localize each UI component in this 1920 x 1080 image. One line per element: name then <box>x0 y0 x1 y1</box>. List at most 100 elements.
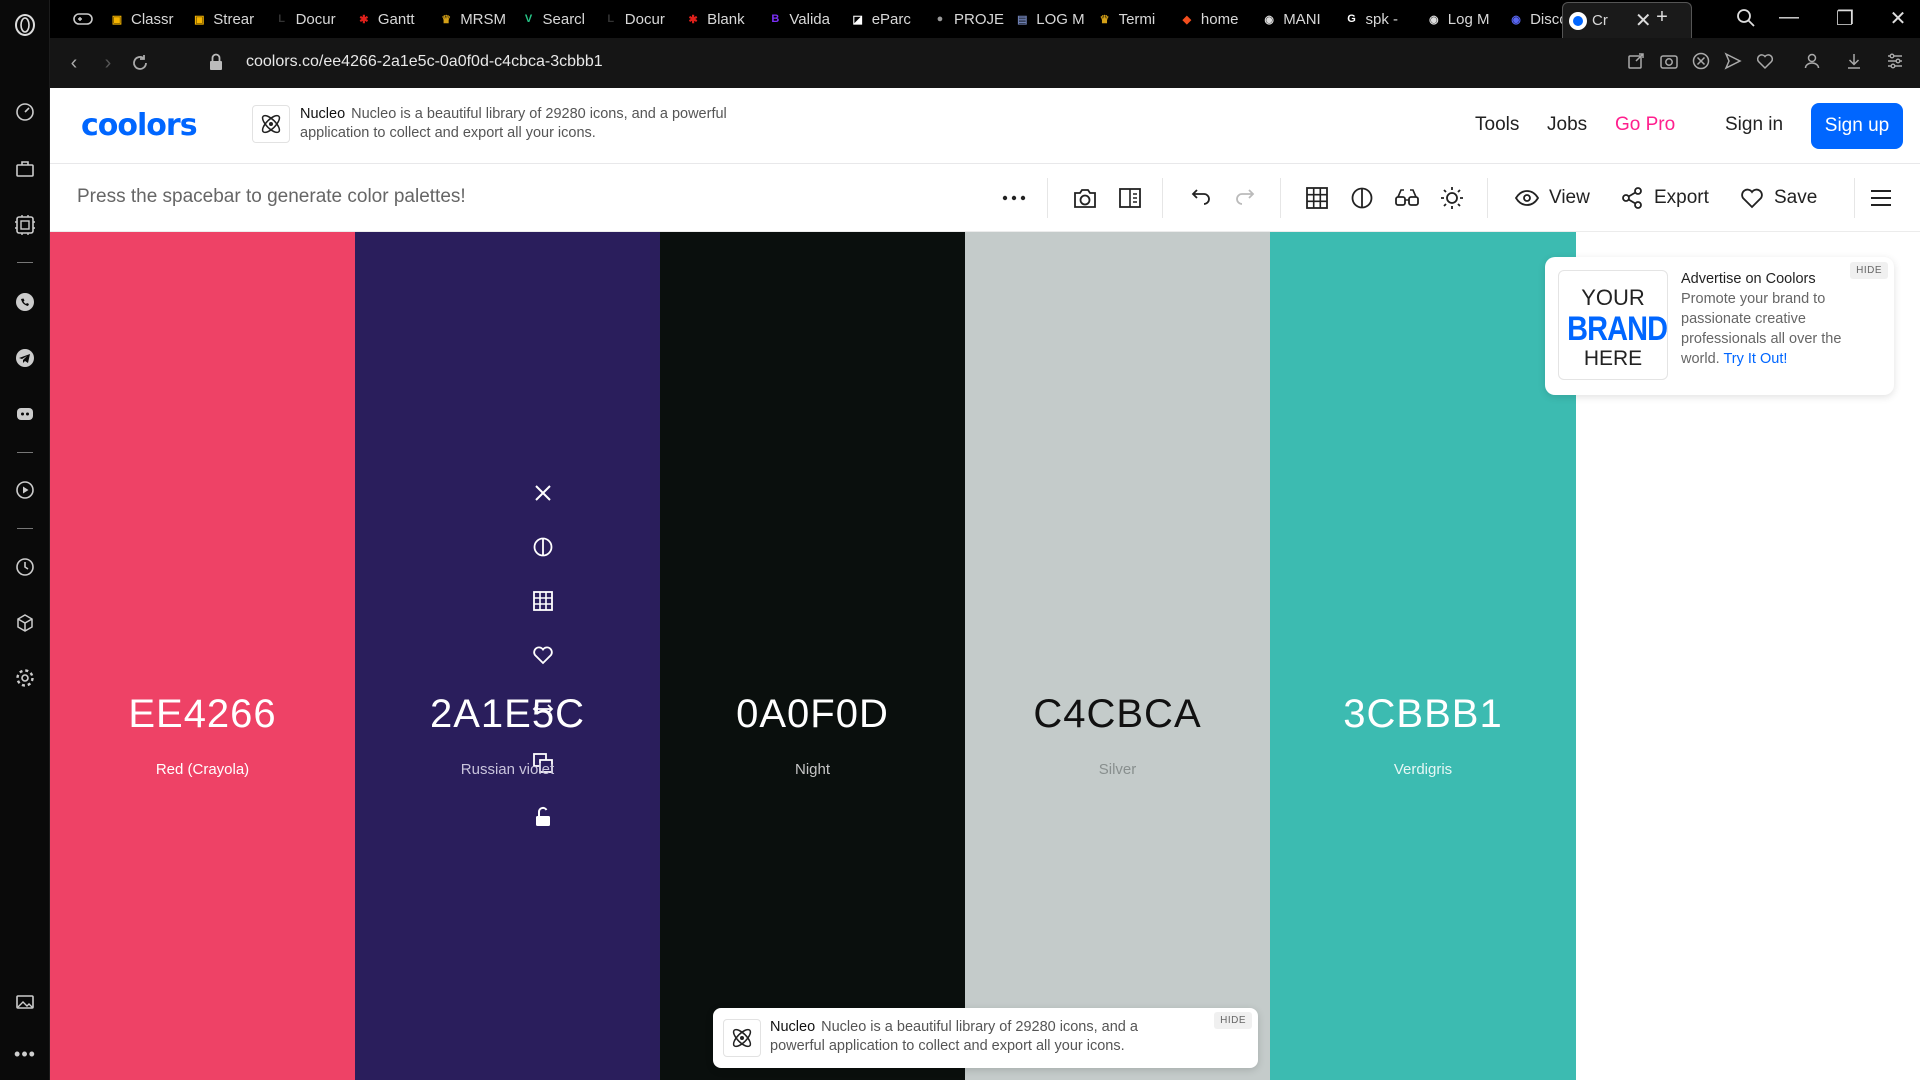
bottom-ad[interactable]: HIDE Nucleo Nucleo is a beautiful library… <box>713 1008 1258 1068</box>
nav-jobs[interactable]: Jobs <box>1547 114 1587 136</box>
remove-color-icon[interactable] <box>530 480 556 506</box>
download-icon[interactable] <box>1844 51 1866 73</box>
browser-tab[interactable]: ▣ Strear <box>190 6 264 32</box>
browser-tab[interactable]: ♛ MRSM <box>437 6 511 32</box>
address-bar: ‹ › coolors.co/ee4266-2a1e5c-0a0f0d-c4cb… <box>50 38 1920 88</box>
send-icon[interactable] <box>1723 51 1745 73</box>
color-swatch[interactable]: 0A0F0D Night <box>660 232 965 1080</box>
color-blindness-glasses-icon[interactable] <box>1393 184 1421 212</box>
speed-dial-icon[interactable] <box>13 100 37 124</box>
color-hex[interactable]: C4CBCA <box>965 692 1270 737</box>
browser-tab[interactable]: ◆ home <box>1178 6 1252 32</box>
color-name[interactable]: Night <box>660 761 965 778</box>
hamburger-menu-icon[interactable] <box>1867 184 1895 212</box>
url-input[interactable]: coolors.co/ee4266-2a1e5c-0a0f0d-c4cbca-3… <box>246 53 603 71</box>
header-ad[interactable]: Nucleo Nucleo is a beautiful library of 2… <box>252 105 732 143</box>
snapshot-icon[interactable] <box>1659 51 1681 73</box>
undo-icon[interactable] <box>1186 184 1214 212</box>
sign-up-button[interactable]: Sign up <box>1811 103 1903 149</box>
minimize-icon[interactable]: — <box>1774 6 1804 29</box>
reload-icon[interactable] <box>128 51 152 75</box>
extensions-cube-icon[interactable] <box>13 611 37 635</box>
redo-icon[interactable] <box>1232 184 1260 212</box>
browser-tab[interactable]: ▣ Classr <box>108 6 182 32</box>
grid-icon[interactable] <box>1303 184 1331 212</box>
browser-tab[interactable]: B Valida <box>766 6 840 32</box>
unlocked-icon[interactable] <box>530 804 556 830</box>
share-edit-icon[interactable] <box>1626 51 1648 73</box>
tab-favicon-icon: ◉ <box>1264 13 1274 26</box>
try-it-out-link[interactable]: Try It Out! <box>1723 351 1787 367</box>
browser-tab[interactable]: L Docur <box>273 6 347 32</box>
close-window-icon[interactable]: ✕ <box>1883 6 1913 31</box>
save-color-heart-icon[interactable] <box>530 642 556 668</box>
browser-tab[interactable]: ♛ Termi <box>1096 6 1170 32</box>
bottom-ad-hide-button[interactable]: HIDE <box>1214 1012 1252 1029</box>
settings-gear-icon[interactable] <box>13 666 37 690</box>
tab-label: Cr <box>1592 12 1608 29</box>
player-icon[interactable] <box>13 478 37 502</box>
tab-search-icon[interactable] <box>1731 6 1761 28</box>
camera-icon[interactable] <box>1071 184 1099 212</box>
new-tab-icon[interactable]: + <box>1647 6 1677 29</box>
opera-logo-icon[interactable] <box>13 13 37 37</box>
nav-go-pro[interactable]: Go Pro <box>1615 114 1675 136</box>
shades-icon[interactable] <box>530 534 556 560</box>
browser-tab[interactable]: ◉ Log M <box>1425 6 1499 32</box>
export-label: Export <box>1654 187 1709 208</box>
browser-tab[interactable]: ● PROJE <box>931 6 1005 32</box>
browser-tab[interactable]: Gspk - <box>1343 6 1417 32</box>
contrast-icon[interactable] <box>1348 184 1376 212</box>
color-hex[interactable]: 0A0F0D <box>660 692 965 737</box>
telegram-icon[interactable] <box>13 346 37 370</box>
color-hex[interactable]: EE4266 <box>50 692 355 737</box>
tab-label: Blank <box>707 10 745 28</box>
split-view-icon[interactable] <box>1116 184 1144 212</box>
wallpaper-icon[interactable] <box>13 990 37 1014</box>
browser-tab[interactable]: L Docur <box>602 6 676 32</box>
profile-icon[interactable] <box>1802 51 1824 73</box>
browser-tab[interactable]: ✱ Gantt <box>355 6 429 32</box>
color-hex[interactable]: 3CBBB1 <box>1270 692 1576 737</box>
brightness-icon[interactable] <box>1438 184 1466 212</box>
browser-tab[interactable]: ▤ LOG M <box>1013 6 1087 32</box>
history-icon[interactable] <box>13 555 37 579</box>
browser-tab[interactable]: ◉ MANI <box>1260 6 1334 32</box>
save-button[interactable]: Save <box>1740 182 1817 214</box>
aria-ai-icon[interactable] <box>13 213 37 237</box>
browser-tab[interactable]: V Searcl <box>520 6 594 32</box>
color-swatch[interactable]: 3CBBB1 Verdigris <box>1270 232 1576 1080</box>
coolors-logo[interactable]: coolors <box>81 108 198 143</box>
discord-icon[interactable] <box>13 402 37 426</box>
export-button[interactable]: Export <box>1620 182 1709 214</box>
color-hex[interactable]: 2A1E5C <box>355 692 660 737</box>
bookmark-heart-icon[interactable] <box>1755 51 1777 73</box>
back-icon[interactable]: ‹ <box>62 51 86 75</box>
more-dots-icon[interactable]: ••• <box>13 1042 37 1066</box>
lock-icon[interactable] <box>208 52 224 72</box>
view-shades-grid-icon[interactable] <box>530 588 556 614</box>
view-button[interactable]: View <box>1515 182 1590 214</box>
easy-setup-icon[interactable] <box>1885 51 1907 73</box>
eye-icon <box>1515 190 1539 206</box>
forward-icon[interactable]: › <box>96 51 120 75</box>
tab-favicon-icon: ◉ <box>1511 13 1521 26</box>
color-name[interactable]: Russian violet <box>355 761 660 778</box>
briefcase-icon[interactable] <box>13 157 37 181</box>
advertise-card[interactable]: HIDE YOUR BRAND HERE Advertise on Coolor… <box>1545 257 1894 395</box>
color-name[interactable]: Silver <box>965 761 1270 778</box>
restore-icon[interactable]: ❐ <box>1830 6 1860 31</box>
color-swatch[interactable]: EE4266 Red (Crayola) <box>50 232 355 1080</box>
game-controller-icon[interactable] <box>73 6 99 32</box>
color-swatch[interactable]: C4CBCA Silver <box>965 232 1270 1080</box>
more-options-icon[interactable] <box>1000 184 1028 212</box>
color-name[interactable]: Red (Crayola) <box>50 761 355 778</box>
sign-in-link[interactable]: Sign in <box>1725 114 1783 136</box>
browser-tab[interactable]: ✱ Blank <box>684 6 758 32</box>
color-name[interactable]: Verdigris <box>1270 761 1576 778</box>
browser-tab[interactable]: ◪ eParc <box>849 6 923 32</box>
color-swatch[interactable]: 2A1E5C Russian violet <box>355 232 660 1080</box>
whatsapp-icon[interactable] <box>13 290 37 314</box>
nav-tools[interactable]: Tools <box>1475 114 1519 136</box>
adblock-icon[interactable] <box>1691 51 1713 73</box>
